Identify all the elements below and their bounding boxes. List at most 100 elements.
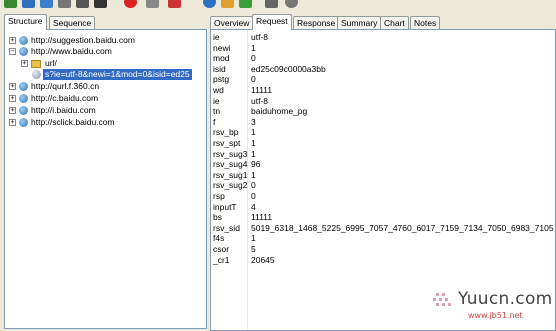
tree-item-url-folder[interactable]: + url/: [5, 58, 205, 69]
expand-icon[interactable]: +: [9, 95, 16, 102]
globe-icon: [19, 106, 28, 115]
toolbar-icon-2[interactable]: [22, 0, 35, 8]
param-name: rsv_sid: [213, 222, 240, 233]
param-name: bs: [213, 212, 222, 223]
table-row[interactable]: f4s 1: [211, 233, 555, 244]
tree-item-suggestion[interactable]: + http://suggestion.baidu.com: [5, 35, 205, 46]
tree-item-label: http://suggestion.baidu.com: [31, 35, 135, 45]
param-value: utf-8: [251, 95, 269, 106]
globe-icon: [19, 47, 28, 56]
toolbar-icon-1[interactable]: [4, 0, 17, 8]
tab-chart[interactable]: Chart: [380, 16, 409, 29]
table-row[interactable]: rsv_spt 1: [211, 138, 555, 149]
param-value: 4: [251, 201, 256, 212]
param-value: ed25c09c0000a3bb: [251, 63, 326, 74]
tree-item-c-baidu[interactable]: + http://c.baidu.com: [5, 93, 205, 104]
param-name: rsv_sug4: [213, 159, 248, 170]
collapse-icon[interactable]: −: [9, 48, 16, 55]
tree-item-i-baidu[interactable]: + http://i.baidu.com: [5, 105, 205, 116]
param-name: f4s: [213, 233, 225, 244]
table-row[interactable]: rsv_sug4 96: [211, 159, 555, 170]
tree-item-sclick[interactable]: + http://sclick.baidu.com: [5, 117, 205, 128]
expand-icon[interactable]: +: [9, 119, 16, 126]
toolbar-icon-6[interactable]: [94, 0, 107, 8]
param-value: 5: [251, 244, 256, 254]
param-name: rsv_sug3: [213, 148, 248, 159]
stop-icon[interactable]: [168, 0, 181, 8]
globe-icon: [19, 94, 28, 103]
tab-request[interactable]: Request: [252, 14, 292, 30]
table-row[interactable]: rsv_sid 5019_6318_1468_5225_6995_7057_476…: [211, 223, 555, 234]
tree-item-selected-request[interactable]: s?ie=utf-8&newi=1&mod=0&isid=ed25: [5, 69, 205, 80]
table-row[interactable]: ie utf-8: [211, 32, 555, 43]
table-row[interactable]: bs 11111: [211, 212, 555, 223]
param-value: 0: [251, 74, 256, 85]
structure-tree[interactable]: + http://suggestion.baidu.com − http://w…: [4, 29, 207, 329]
param-name: ie: [213, 32, 220, 42]
param-value: 20645: [251, 254, 275, 265]
record-icon[interactable]: [124, 0, 137, 8]
param-value: 0: [251, 53, 256, 64]
table-row[interactable]: rsv_sug2 0: [211, 180, 555, 191]
param-value: 3: [251, 116, 256, 127]
table-row[interactable]: inputT 4: [211, 202, 555, 213]
watermark-logo: [433, 293, 451, 306]
watermark: Yuucn.com www.jb51.net: [428, 287, 552, 327]
pencil-icon[interactable]: [221, 0, 234, 8]
table-row[interactable]: ie utf-8: [211, 96, 555, 107]
toolbar-icon-3[interactable]: [40, 0, 53, 8]
tab-summary[interactable]: Summary: [337, 16, 382, 29]
table-row[interactable]: rsv_sug3 1: [211, 149, 555, 160]
param-value: 0: [251, 191, 256, 201]
expand-icon[interactable]: +: [21, 60, 28, 67]
tab-sequence[interactable]: Sequence: [49, 16, 96, 29]
param-name: pstg: [213, 74, 230, 85]
tab-overview[interactable]: Overview: [210, 16, 254, 29]
gear-icon[interactable]: [285, 0, 298, 8]
table-row[interactable]: tn baiduhome_pg: [211, 106, 555, 117]
toolbar-icon-8[interactable]: [146, 0, 159, 8]
table-row[interactable]: rsv_sug1 1: [211, 170, 555, 181]
expand-icon[interactable]: +: [9, 37, 16, 44]
table-row[interactable]: _cr1 20645: [211, 255, 555, 266]
tree-item-label: http://i.baidu.com: [31, 105, 96, 115]
check-icon[interactable]: [239, 0, 252, 8]
param-value: 1: [251, 148, 256, 159]
param-name: rsv_sug1: [213, 169, 248, 180]
folder-icon: [31, 60, 41, 68]
tools-icon[interactable]: [265, 0, 278, 8]
tree-item-label: http://www.baidu.com: [31, 46, 112, 56]
param-name: ie: [213, 95, 220, 106]
tree-item-www-baidu[interactable]: − http://www.baidu.com: [5, 46, 205, 57]
table-row[interactable]: mod 0: [211, 53, 555, 64]
table-row[interactable]: pstg 0: [211, 74, 555, 85]
globe-icon: [19, 82, 28, 91]
expand-icon[interactable]: +: [9, 107, 16, 114]
tab-response[interactable]: Response: [293, 16, 340, 29]
table-row[interactable]: rsv_bp 1: [211, 127, 555, 138]
request-params-table: ie utf-8 newi 1 mod 0 isid ed25c09c0000a3bb pstg…: [210, 29, 556, 331]
tree-item-qurl[interactable]: + http://qurl.f.360.cn: [5, 81, 205, 92]
param-value: baiduhome_pg: [251, 106, 308, 117]
param-name: rsp: [213, 191, 225, 201]
toolbar: [0, 0, 556, 9]
table-row[interactable]: f3: [211, 117, 555, 128]
param-name: rsv_bp: [213, 127, 239, 138]
table-row[interactable]: isid ed25c09c0000a3bb: [211, 64, 555, 75]
watermark-url: www.jb51.net: [468, 311, 523, 320]
param-name: isid: [213, 63, 226, 74]
toolbar-icon-5[interactable]: [76, 0, 89, 8]
param-name: inputT: [213, 201, 237, 212]
table-row[interactable]: newi 1: [211, 43, 555, 54]
table-row[interactable]: wd 11111: [211, 85, 555, 96]
table-row[interactable]: csor 5: [211, 244, 555, 255]
globe-icon: [19, 36, 28, 45]
param-name: f: [213, 116, 216, 127]
refresh-icon[interactable]: [203, 0, 216, 8]
param-name: _cr1: [213, 254, 230, 265]
toolbar-icon-4[interactable]: [58, 0, 71, 8]
tab-structure[interactable]: Structure: [4, 14, 47, 30]
expand-icon[interactable]: +: [9, 83, 16, 90]
table-row[interactable]: rsp 0: [211, 191, 555, 202]
tab-notes[interactable]: Notes: [410, 16, 441, 29]
